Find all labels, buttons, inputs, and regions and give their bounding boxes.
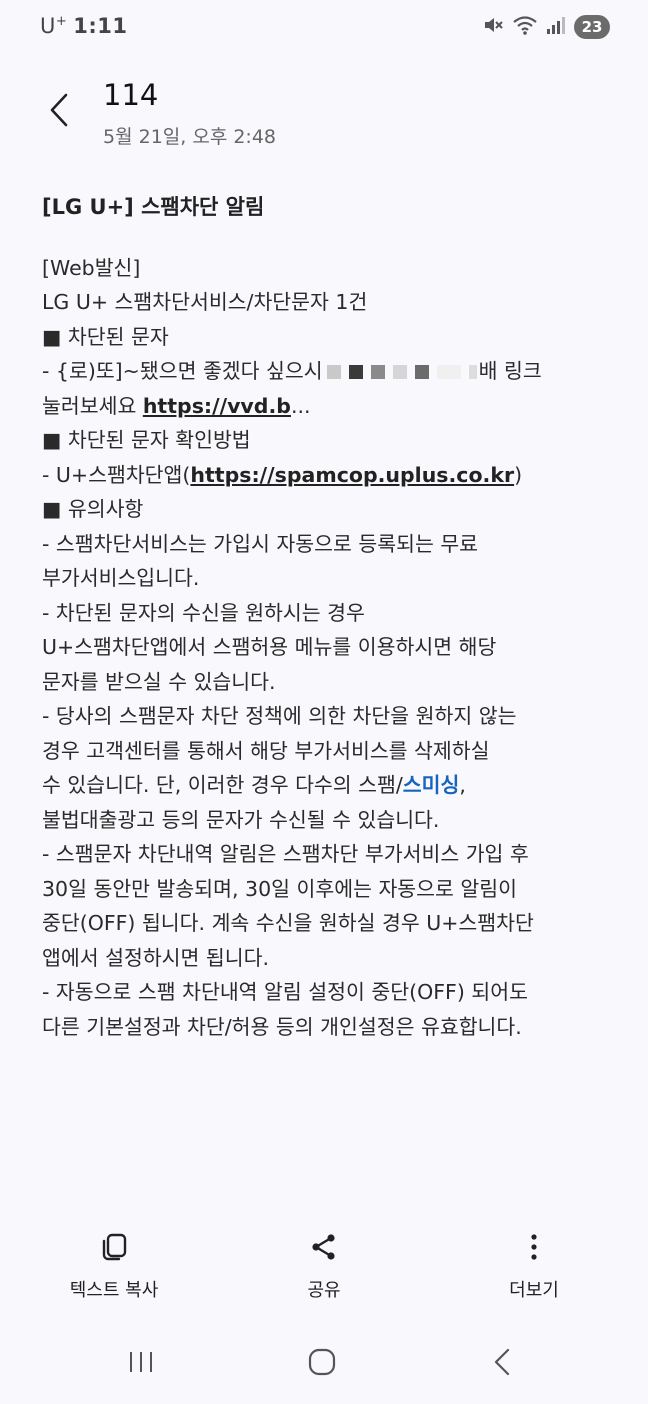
more-button[interactable]: 더보기 bbox=[496, 1232, 572, 1302]
redaction-block bbox=[468, 365, 477, 379]
message-text: , bbox=[459, 773, 466, 797]
message-text: - {로)또]~됐으면 좋겠다 싶으시 bbox=[42, 359, 323, 383]
message-text: ) bbox=[514, 462, 523, 487]
message-line: U+스팸차단앱에서 스팸허용 메뉴를 이용하시면 해당 bbox=[42, 635, 497, 659]
smishing-link[interactable]: 스미싱 bbox=[403, 773, 460, 797]
share-label: 공유 bbox=[307, 1280, 341, 1301]
status-left: U+ 1:11 bbox=[40, 14, 128, 38]
blocked-message-link[interactable]: https://vvd.b bbox=[143, 394, 291, 418]
message-date: 5월 21일, 오후 2:48 bbox=[103, 126, 277, 148]
more-label: 더보기 bbox=[509, 1280, 559, 1301]
redaction-block bbox=[370, 365, 385, 379]
status-right: 23 bbox=[482, 14, 610, 40]
message-line: 중단(OFF) 됩니다. 계속 수신을 원하실 경우 U+스팸차단 bbox=[42, 911, 534, 935]
recents-button[interactable] bbox=[116, 1344, 166, 1384]
message-line: - 차단된 문자의 수신을 원하시는 경우 bbox=[42, 600, 365, 625]
copy-icon bbox=[99, 1232, 129, 1266]
message-line: 앱에서 설정하시면 됩니다. bbox=[42, 945, 270, 970]
battery-indicator: 23 bbox=[574, 15, 610, 39]
message-line: - U+스팸차단앱(https://spamcop.uplus.co.kr) bbox=[42, 458, 617, 493]
message-text: - U+스팸차단앱( bbox=[42, 462, 191, 487]
message-text: 수 있습니다. 단, 이러한 경우 다수의 스팸/ bbox=[42, 773, 403, 797]
message-line: 30일 동안만 발송되며, 30일 이후에는 자동으로 알림이 bbox=[42, 876, 517, 901]
message-line: 문자를 받으실 수 있습니다. bbox=[42, 669, 276, 694]
more-vertical-icon bbox=[519, 1232, 549, 1266]
message-line: - 스팸문자 차단내역 알림은 스팸차단 부가서비스 가입 후 bbox=[42, 842, 529, 866]
message-line: 눌러보세요 https://vvd.b... bbox=[42, 389, 617, 424]
message-body: [LG U+] 스팸차단 알림 [Web발신] LG U+ 스팸차단서비스/차단… bbox=[42, 190, 617, 1044]
message-line: - 당사의 스팸문자 차단 정책에 의한 차단을 원하지 않는 bbox=[42, 704, 517, 728]
back-button[interactable] bbox=[38, 90, 82, 134]
message-line: LG U+ 스팸차단서비스/차단문자 1건 bbox=[42, 290, 368, 314]
message-line: 수 있습니다. 단, 이러한 경우 다수의 스팸/스미싱, bbox=[42, 768, 617, 803]
redaction-block bbox=[436, 365, 461, 379]
signal-icon bbox=[546, 15, 566, 39]
sender-title: 114 bbox=[103, 78, 159, 112]
carrier-label: U+ bbox=[40, 14, 68, 38]
message-title: [LG U+] 스팸차단 알림 bbox=[42, 195, 265, 219]
message-line: 다른 기본설정과 차단/허용 등의 개인설정은 유효합니다. bbox=[42, 1014, 522, 1039]
share-button[interactable]: 공유 bbox=[290, 1232, 358, 1302]
mute-icon bbox=[482, 14, 504, 40]
message-line: - 스팸차단서비스는 가입시 자동으로 등록되는 무료 bbox=[42, 531, 479, 556]
message-line: [Web발신] bbox=[42, 255, 141, 280]
redaction-block bbox=[326, 365, 341, 379]
redaction-block bbox=[392, 365, 407, 379]
wifi-icon bbox=[512, 14, 538, 40]
bottom-action-bar: 텍스트 복사 공유 더보기 bbox=[0, 1232, 648, 1312]
redaction-block bbox=[414, 365, 429, 379]
home-icon bbox=[307, 1347, 337, 1381]
redaction-block bbox=[348, 365, 363, 379]
message-text: ... bbox=[290, 393, 311, 418]
system-nav-bar bbox=[0, 1330, 648, 1400]
message-line: ■ 차단된 문자 bbox=[42, 324, 169, 349]
share-icon bbox=[309, 1232, 339, 1266]
recents-icon bbox=[126, 1347, 156, 1381]
message-line: 불법대출광고 등의 문자가 수신될 수 있습니다. bbox=[42, 807, 440, 832]
status-bar: U+ 1:11 23 bbox=[0, 0, 648, 58]
conversation-header: 114 5월 21일, 오후 2:48 bbox=[0, 72, 648, 162]
message-line: 부가서비스입니다. bbox=[42, 566, 200, 590]
spamcop-link[interactable]: https://spamcop.uplus.co.kr bbox=[190, 463, 514, 487]
message-line: ■ 차단된 문자 확인방법 bbox=[42, 428, 251, 452]
message-line: ■ 유의사항 bbox=[42, 497, 144, 521]
copy-text-label: 텍스트 복사 bbox=[69, 1280, 159, 1301]
chevron-left-icon bbox=[48, 92, 72, 132]
home-button[interactable] bbox=[297, 1344, 347, 1384]
message-line: 경우 고객센터를 통해서 해당 부가서비스를 삭제하실 bbox=[42, 738, 490, 763]
back-arrow-icon bbox=[491, 1347, 515, 1381]
message-text: 배 링크 bbox=[478, 359, 542, 383]
system-back-button[interactable] bbox=[478, 1344, 528, 1384]
message-line: - {로)또]~됐으면 좋겠다 싶으시 배 링크 bbox=[42, 354, 617, 389]
status-time: 1:11 bbox=[73, 14, 128, 38]
message-line: - 자동으로 스팸 차단내역 알림 설정이 중단(OFF) 되어도 bbox=[42, 980, 528, 1004]
message-text: 눌러보세요 bbox=[42, 393, 143, 418]
copy-text-button[interactable]: 텍스트 복사 bbox=[56, 1232, 172, 1302]
